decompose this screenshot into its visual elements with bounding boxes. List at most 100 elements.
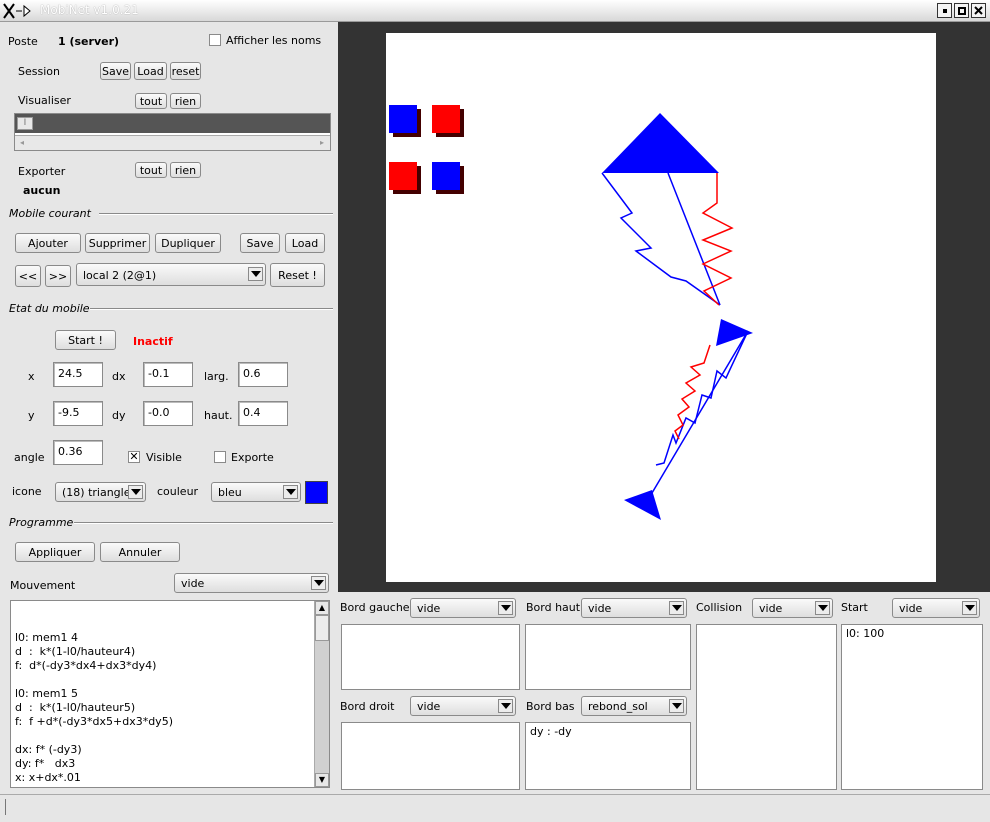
mobile-icon[interactable] <box>432 105 464 137</box>
mobile-save-button[interactable]: Save <box>240 233 280 253</box>
chevron-down-icon <box>669 699 684 713</box>
mobile-courant-heading: Mobile courant <box>9 207 91 220</box>
app-logo-icon <box>3 3 31 19</box>
previous-mobile-button[interactable]: << <box>15 265 41 287</box>
bord-haut-label: Bord haut <box>526 601 581 614</box>
larg-input[interactable]: 0.6 <box>238 362 288 387</box>
scroll-left-icon[interactable]: ◂ <box>16 137 28 149</box>
close-icon <box>974 6 983 15</box>
start-event-select[interactable]: vide <box>892 598 980 618</box>
exporter-label: Exporter <box>18 165 66 178</box>
apply-button[interactable]: Appliquer <box>15 542 95 562</box>
scroll-right-icon[interactable]: ▸ <box>316 137 328 149</box>
y-label: y <box>28 409 35 422</box>
y-input[interactable]: -9.5 <box>53 401 103 426</box>
color-select[interactable]: bleu <box>211 482 301 502</box>
minimize-button[interactable] <box>937 3 952 18</box>
horizontal-scrollbar[interactable]: ◂ ▸ <box>15 135 330 150</box>
bord-droit-label: Bord droit <box>340 700 395 713</box>
program-code: l0: mem1 4 d : k*(1-l0/hauteur4) f: d*(-… <box>15 631 173 787</box>
session-load-button[interactable]: Load <box>134 62 167 80</box>
scroll-thumb[interactable] <box>315 615 329 641</box>
start-button[interactable]: Start ! <box>55 330 116 350</box>
etat-heading: Etat du mobile <box>9 302 90 315</box>
show-names-checkbox[interactable] <box>209 34 221 46</box>
color-swatch[interactable] <box>305 481 328 504</box>
visible-checkbox[interactable]: ✕ <box>128 451 140 463</box>
bord-haut-select[interactable]: vide <box>581 598 687 618</box>
exporter-all-button[interactable]: tout <box>135 162 167 178</box>
reset-mobile-button[interactable]: Reset ! <box>270 263 325 287</box>
maximize-button[interactable] <box>954 3 969 18</box>
angle-input[interactable]: 0.36 <box>53 440 103 465</box>
triangle-mobile[interactable] <box>716 319 753 346</box>
visualiser-all-button[interactable]: tout <box>135 93 167 109</box>
events-panel: Bord gauche vide Bord haut vide Collisio… <box>338 592 990 794</box>
item-toggle-icon[interactable]: I <box>17 117 33 130</box>
program-editor[interactable]: l0: mem1 4 d : k*(1-l0/hauteur4) f: d*(-… <box>10 600 330 788</box>
next-mobile-button[interactable]: >> <box>45 265 71 287</box>
separator <box>99 213 333 215</box>
mobile-load-button[interactable]: Load <box>285 233 325 253</box>
haut-label: haut. <box>204 409 233 422</box>
bord-droit-select[interactable]: vide <box>410 696 516 716</box>
bord-gauche-editor[interactable] <box>341 624 520 690</box>
bord-gauche-select[interactable]: vide <box>410 598 516 618</box>
visualiser-none-button[interactable]: rien <box>170 93 201 109</box>
collision-editor[interactable] <box>696 624 837 790</box>
chevron-down-icon <box>498 601 513 615</box>
window-title: MobiNet v1.0.21 <box>40 3 139 17</box>
mobile-icon[interactable] <box>432 162 464 194</box>
start-event-code: l0: 100 <box>846 627 885 640</box>
mobile-select[interactable]: local 2 (2@1) <box>76 263 266 286</box>
bord-bas-label: Bord bas <box>526 700 575 713</box>
scroll-down-icon[interactable]: ▼ <box>315 773 329 787</box>
show-names-label: Afficher les noms <box>226 34 322 47</box>
add-mobile-button[interactable]: Ajouter <box>15 233 81 253</box>
vertical-scrollbar[interactable]: ▲ ▼ <box>314 601 329 787</box>
scroll-up-icon[interactable]: ▲ <box>315 601 329 615</box>
x-input[interactable]: 24.5 <box>53 362 103 387</box>
chevron-down-icon <box>669 601 684 615</box>
cancel-button[interactable]: Annuler <box>100 542 180 562</box>
mobile-icon[interactable] <box>389 162 421 194</box>
start-event-value: vide <box>899 602 923 615</box>
visualiser-label: Visualiser <box>18 94 71 107</box>
bord-bas-select[interactable]: rebond_sol <box>581 696 687 716</box>
exporter-none-button[interactable]: rien <box>170 162 201 178</box>
exporte-checkbox[interactable] <box>214 451 226 463</box>
exporter-value: aucun <box>23 184 61 197</box>
mouvement-select[interactable]: vide <box>174 573 329 593</box>
haut-input[interactable]: 0.4 <box>238 401 288 426</box>
simulation-canvas[interactable] <box>386 33 936 582</box>
delete-mobile-button[interactable]: Supprimer <box>85 233 150 253</box>
start-event-label: Start <box>841 601 868 614</box>
icon-select[interactable]: (18) triangle <box>55 482 146 502</box>
bord-droit-value: vide <box>417 700 441 713</box>
mouvement-label: Mouvement <box>10 579 76 592</box>
session-save-button[interactable]: Save <box>100 62 131 80</box>
bord-haut-editor[interactable] <box>525 624 691 690</box>
bord-bas-editor[interactable]: dy : -dy <box>525 722 691 790</box>
status-indicator <box>5 799 7 815</box>
start-event-editor[interactable]: l0: 100 <box>841 624 983 790</box>
bord-haut-value: vide <box>588 602 612 615</box>
dx-label: dx <box>112 370 126 383</box>
dx-input[interactable]: -0.1 <box>143 362 193 387</box>
triangle-mobile[interactable] <box>602 113 719 173</box>
list-item[interactable]: I <box>15 114 330 133</box>
session-reset-button[interactable]: reset <box>170 62 201 80</box>
chevron-down-icon <box>311 576 326 590</box>
exporte-label: Exporte <box>231 451 274 464</box>
visualiser-list[interactable]: I ◂ ▸ <box>14 113 331 151</box>
bord-gauche-label: Bord gauche <box>340 601 410 614</box>
triangle-mobile[interactable] <box>624 490 661 520</box>
dy-input[interactable]: -0.0 <box>143 401 193 426</box>
chevron-down-icon <box>128 485 143 499</box>
collision-select[interactable]: vide <box>752 598 833 618</box>
duplicate-mobile-button[interactable]: Dupliquer <box>155 233 221 253</box>
mobile-icon[interactable] <box>389 105 421 137</box>
close-button[interactable] <box>971 3 986 18</box>
bord-droit-editor[interactable] <box>341 722 520 790</box>
bord-bas-code: dy : -dy <box>530 725 572 738</box>
